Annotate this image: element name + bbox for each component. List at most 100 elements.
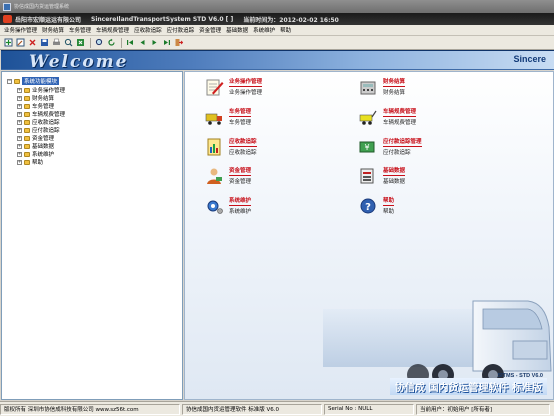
- status-user: 当前用户：初始用户 [所有者]: [416, 403, 550, 415]
- module-payable[interactable]: ¥ 应付款追踪管理 应付款追踪: [357, 137, 422, 157]
- module-business[interactable]: 业务操作管理 业务操作管理: [203, 77, 263, 97]
- folder-icon: [24, 127, 30, 133]
- first-icon[interactable]: [125, 38, 135, 48]
- tree-item-vehicle[interactable]: + 车务管理: [17, 102, 54, 110]
- tree-item-system[interactable]: + 系统维护: [17, 150, 54, 158]
- last-icon[interactable]: [161, 38, 171, 48]
- module-link[interactable]: 基础数据: [383, 177, 405, 185]
- menu-item-system[interactable]: 系统维护: [253, 26, 275, 34]
- menu-item-vehicle-fee[interactable]: 车辆规费管理: [96, 26, 129, 34]
- toolbar-separator: [90, 37, 91, 48]
- menu-bar: 业务操作管理 财务结算 车务管理 车辆规费管理 应收款追踪 应付款追踪 资金管理…: [0, 25, 554, 36]
- menu-item-help[interactable]: 帮助: [280, 26, 291, 34]
- product-brand-banner: 协信成 国内货运管理软件 标准版: [390, 378, 547, 395]
- print-icon[interactable]: [51, 38, 61, 48]
- edit-icon[interactable]: [15, 38, 25, 48]
- module-base-data[interactable]: 基础数据 基础数据: [357, 166, 406, 186]
- database-icon: [357, 166, 379, 186]
- next-icon[interactable]: [149, 38, 159, 48]
- window-title: 协信成国内货运管理系统: [14, 4, 70, 10]
- folder-icon: [24, 103, 30, 109]
- exit-icon[interactable]: [173, 38, 183, 48]
- module-title: 资金管理: [229, 168, 252, 176]
- delete-icon[interactable]: [27, 38, 37, 48]
- save-icon[interactable]: [39, 38, 49, 48]
- module-title: 应付款追踪管理: [383, 139, 422, 147]
- tree-item-receivable[interactable]: + 应收款追踪: [17, 118, 60, 126]
- tree-item-business[interactable]: + 业务操作管理: [17, 86, 65, 94]
- folder-icon: [24, 143, 30, 149]
- expand-icon[interactable]: +: [17, 143, 22, 149]
- tree-item-finance[interactable]: + 财务结算: [17, 94, 54, 102]
- menu-item-base-data[interactable]: 基础数据: [226, 26, 248, 34]
- expand-icon[interactable]: +: [17, 159, 22, 165]
- module-title: 车辆规费管理: [383, 109, 417, 117]
- prev-icon[interactable]: [137, 38, 147, 48]
- svg-text:¥: ¥: [364, 143, 369, 152]
- expand-icon[interactable]: +: [17, 127, 22, 133]
- menu-item-receivable[interactable]: 应收款追踪: [134, 26, 162, 34]
- module-finance[interactable]: 财务结算 财务结算: [357, 77, 406, 97]
- tree-item-base-data[interactable]: + 基础数据: [17, 142, 54, 150]
- module-vehicle[interactable]: 车务管理 车务管理: [203, 107, 252, 127]
- tow-truck-icon: [357, 107, 379, 127]
- expand-icon[interactable]: +: [17, 111, 22, 117]
- app-icon: [3, 2, 11, 11]
- module-link[interactable]: 系统维护: [229, 207, 251, 215]
- expand-icon[interactable]: +: [17, 151, 22, 157]
- module-link[interactable]: 资金管理: [229, 177, 251, 185]
- window-titlebar: 协信成国内货运管理系统: [0, 0, 554, 13]
- toolbar-separator: [121, 37, 122, 48]
- menu-item-payable[interactable]: 应付款追踪: [167, 26, 195, 34]
- module-link[interactable]: 业务操作管理: [229, 88, 262, 96]
- export-icon[interactable]: [75, 38, 85, 48]
- module-link[interactable]: 帮助: [383, 207, 394, 215]
- tree-item-payable[interactable]: + 应付款追踪: [17, 126, 60, 134]
- folder-icon: [24, 87, 30, 93]
- menu-item-vehicle[interactable]: 车务管理: [69, 26, 91, 34]
- menu-item-business[interactable]: 业务操作管理: [4, 26, 37, 34]
- module-link[interactable]: 应收款追踪: [229, 148, 257, 156]
- tree-root[interactable]: − 系统功能模块: [7, 77, 60, 85]
- tree-item-help[interactable]: + 帮助: [17, 158, 43, 166]
- expand-icon[interactable]: +: [17, 135, 22, 141]
- person-money-icon: [203, 166, 225, 186]
- module-link[interactable]: 应付款追踪: [383, 148, 422, 156]
- module-fund[interactable]: 资金管理 资金管理: [203, 166, 252, 186]
- module-receivable[interactable]: 应收款追踪 应收款追踪: [203, 137, 257, 157]
- system-name: SincereIlandTransportSystem STD V6.0 [ ]: [91, 15, 234, 23]
- folder-icon: [24, 119, 30, 125]
- expand-icon[interactable]: +: [17, 87, 22, 93]
- expand-icon[interactable]: +: [17, 119, 22, 125]
- module-link[interactable]: 车务管理: [229, 118, 251, 126]
- brand-logo-text: Sincere: [513, 54, 546, 64]
- folder-icon: [24, 159, 30, 165]
- module-vehicle-fee[interactable]: 车辆规费管理 车辆规费管理: [357, 107, 417, 127]
- truck-icon: [203, 107, 225, 127]
- current-time: 当前时间为：2012-02-02 16:50: [243, 16, 339, 24]
- status-serial: Serial No : NULL: [324, 403, 414, 415]
- tree-item-fund[interactable]: + 资金管理: [17, 134, 54, 142]
- module-title: 财务结算: [383, 79, 406, 87]
- preview-icon[interactable]: [63, 38, 73, 48]
- menu-item-finance[interactable]: 财务结算: [42, 26, 64, 34]
- tree-root-label: 系统功能模块: [22, 77, 60, 85]
- find-icon[interactable]: [94, 38, 104, 48]
- expand-icon[interactable]: +: [17, 95, 22, 101]
- calculator-icon: [357, 77, 379, 97]
- module-system[interactable]: 系统维护 系统维护: [203, 196, 252, 216]
- expand-icon[interactable]: +: [17, 103, 22, 109]
- refresh-icon[interactable]: [106, 38, 116, 48]
- svg-text:?: ?: [365, 202, 371, 213]
- folder-icon: [24, 135, 30, 141]
- document-chart-icon: [203, 137, 225, 157]
- module-help[interactable]: ? 帮助 帮助: [357, 196, 395, 216]
- module-title: 系统维护: [229, 198, 252, 206]
- tree-item-vehicle-fee[interactable]: + 车辆规费管理: [17, 110, 65, 118]
- module-link[interactable]: 车辆规费管理: [383, 118, 416, 126]
- add-icon[interactable]: [3, 38, 13, 48]
- module-link[interactable]: 财务结算: [383, 88, 405, 96]
- help-question-icon: ?: [357, 196, 379, 216]
- collapse-icon[interactable]: −: [7, 78, 12, 84]
- menu-item-fund[interactable]: 资金管理: [199, 26, 221, 34]
